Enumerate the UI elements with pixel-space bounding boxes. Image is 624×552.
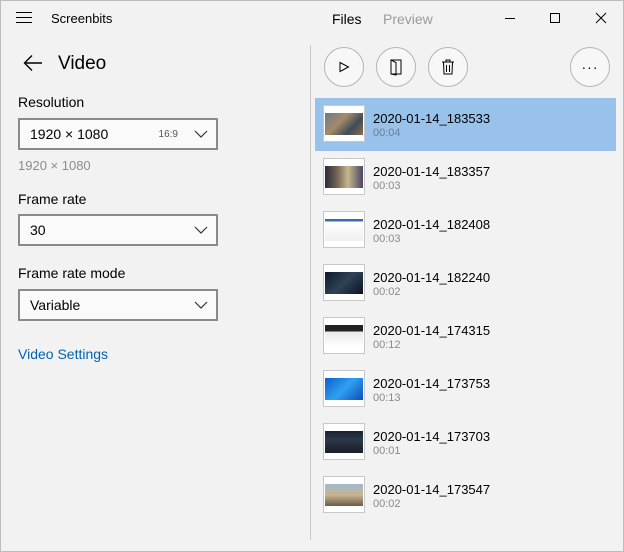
framerate-value: 30 [30, 222, 46, 238]
video-thumbnail [323, 317, 365, 354]
file-name: 2020-01-14_182408 [373, 217, 491, 232]
framerate-dropdown[interactable]: 30 [18, 214, 218, 246]
thumbnail-image [325, 325, 363, 347]
page-title: Video [58, 53, 107, 74]
file-list: 2020-01-14_183533 00:04 2020-01-14_183357 0… [315, 98, 616, 522]
close-button[interactable] [578, 1, 624, 35]
file-duration: 00:01 [373, 445, 401, 457]
minimize-button[interactable] [487, 1, 533, 35]
open-folder-button[interactable] [376, 47, 416, 87]
file-duration: 00:03 [373, 233, 401, 245]
video-thumbnail [323, 423, 365, 460]
file-name: 2020-01-14_182240 [373, 270, 491, 285]
resolution-subtext: 1920 × 1080 [18, 158, 91, 173]
file-list-item[interactable]: 2020-01-14_173547 00:02 [315, 469, 616, 522]
file-list-item[interactable]: 2020-01-14_182240 00:02 [315, 257, 616, 310]
thumbnail-image [325, 166, 363, 188]
nav-files-tab[interactable]: Files [332, 11, 362, 27]
app-title: Screenbits [51, 11, 113, 26]
thumbnail-image [325, 431, 363, 453]
framerate-mode-dropdown[interactable]: Variable [18, 289, 218, 321]
thumbnail-image [325, 378, 363, 400]
chevron-down-icon [186, 226, 216, 234]
trash-icon [442, 59, 454, 75]
framerate-mode-label: Frame rate mode [18, 265, 126, 281]
aspect-ratio-badge: 16:9 [158, 128, 178, 140]
pane-divider [310, 45, 311, 540]
video-thumbnail [323, 476, 365, 513]
video-settings-link[interactable]: Video Settings [18, 346, 108, 362]
file-list-item[interactable]: 2020-01-14_183533 00:04 [315, 98, 616, 151]
video-thumbnail [323, 264, 365, 301]
file-list-item[interactable]: 2020-01-14_183357 00:03 [315, 151, 616, 204]
video-thumbnail [323, 105, 365, 142]
hamburger-menu-icon[interactable] [16, 12, 32, 26]
file-duration: 00:13 [373, 392, 401, 404]
file-duration: 00:04 [373, 127, 401, 139]
thumbnail-image [325, 484, 363, 506]
maximize-button[interactable] [532, 1, 578, 35]
framerate-mode-value: Variable [30, 297, 81, 313]
video-thumbnail [323, 211, 365, 248]
file-name: 2020-01-14_173703 [373, 429, 491, 444]
file-name: 2020-01-14_173547 [373, 482, 491, 497]
file-name: 2020-01-14_173753 [373, 376, 491, 391]
title-bar: Screenbits Files Preview [1, 1, 623, 37]
back-arrow-icon [23, 55, 42, 71]
delete-button[interactable] [428, 47, 468, 87]
file-list-item[interactable]: 2020-01-14_173753 00:13 [315, 363, 616, 416]
app-window: Screenbits Files Preview Video Resolutio… [0, 0, 624, 552]
resolution-value: 1920 × 1080 [30, 126, 109, 142]
open-file-icon [390, 59, 402, 76]
file-name: 2020-01-14_183357 [373, 164, 491, 179]
file-duration: 00:02 [373, 286, 401, 298]
file-duration: 00:03 [373, 180, 401, 192]
more-options-button[interactable]: ··· [570, 47, 610, 87]
file-duration: 00:12 [373, 339, 401, 351]
play-button[interactable] [324, 47, 364, 87]
maximize-icon [550, 13, 560, 23]
file-list-item[interactable]: 2020-01-14_182408 00:03 [315, 204, 616, 257]
thumbnail-image [325, 219, 363, 241]
file-list-item[interactable]: 2020-01-14_174315 00:12 [315, 310, 616, 363]
file-list-item[interactable]: 2020-01-14_173703 00:01 [315, 416, 616, 469]
minimize-icon [505, 17, 515, 19]
resolution-label: Resolution [18, 94, 85, 110]
nav-preview-tab[interactable]: Preview [383, 11, 433, 27]
chevron-down-icon [186, 301, 216, 309]
video-thumbnail [323, 158, 365, 195]
thumbnail-image [325, 113, 363, 135]
file-name: 2020-01-14_183533 [373, 111, 491, 126]
file-duration: 00:02 [373, 498, 401, 510]
framerate-label: Frame rate [18, 191, 87, 207]
more-icon: ··· [581, 59, 599, 75]
video-thumbnail [323, 370, 365, 407]
thumbnail-image [325, 272, 363, 294]
play-icon [339, 61, 350, 73]
back-button[interactable] [23, 54, 43, 77]
close-icon [595, 12, 607, 24]
file-name: 2020-01-14_174315 [373, 323, 491, 338]
chevron-down-icon [186, 130, 216, 138]
resolution-dropdown[interactable]: 1920 × 1080 16:9 [18, 118, 218, 150]
